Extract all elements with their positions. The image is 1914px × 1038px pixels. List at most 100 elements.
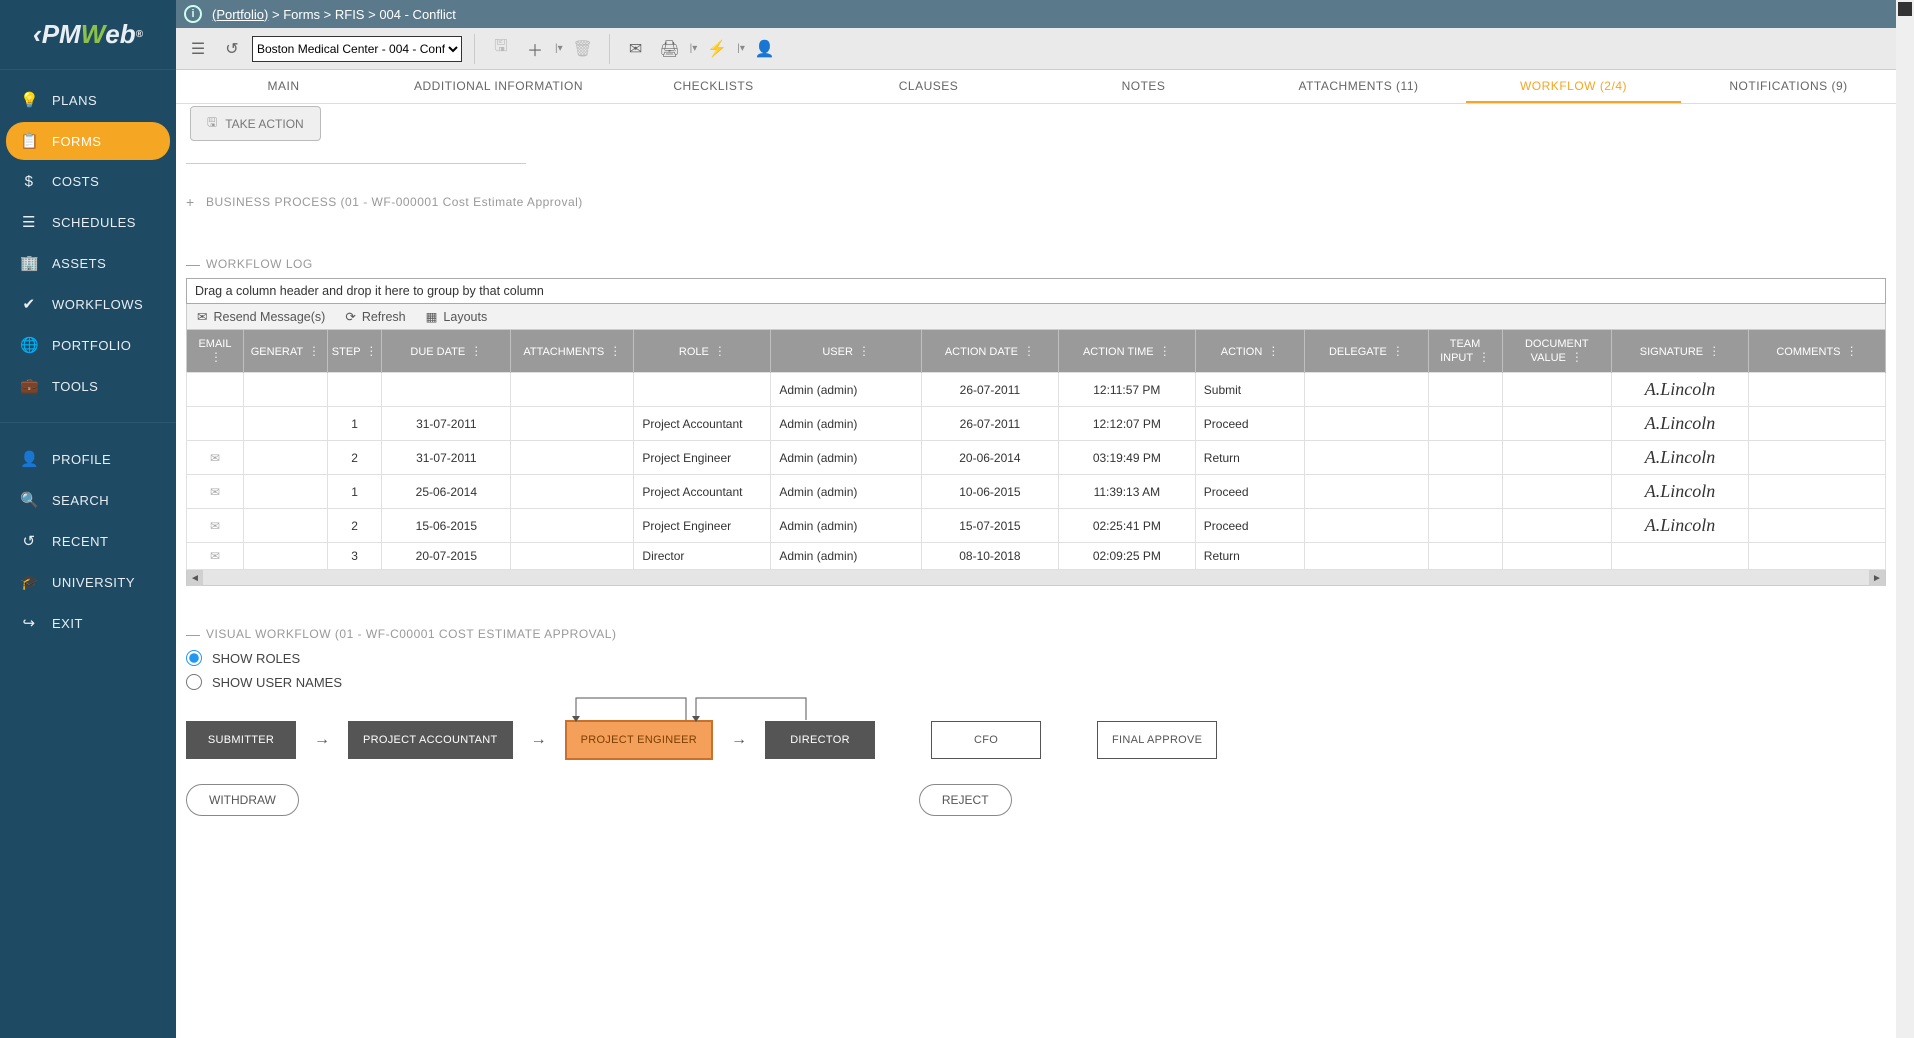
collapse-icon[interactable]: —	[186, 256, 200, 272]
col-attachments[interactable]: ATTACHMENTS ⋮	[511, 330, 634, 373]
mail-icon[interactable]: ✉	[210, 549, 220, 563]
wf-node-director[interactable]: DIRECTOR	[765, 721, 875, 759]
column-menu-icon[interactable]: ⋮	[210, 350, 222, 364]
withdraw-button[interactable]: WITHDRAW	[186, 784, 299, 816]
tab-workflow-2-4-[interactable]: WORKFLOW (2/4)	[1466, 70, 1681, 103]
col-due-date[interactable]: DUE DATE ⋮	[382, 330, 511, 373]
sidebar-item-workflows[interactable]: ✔WORKFLOWS	[6, 285, 170, 323]
tab-notifications-9-[interactable]: NOTIFICATIONS (9)	[1681, 70, 1896, 103]
column-menu-icon[interactable]: ⋮	[858, 344, 870, 358]
sidebar-item-forms[interactable]: 📋FORMS	[6, 122, 170, 160]
cell: 2	[327, 509, 382, 543]
bolt-icon[interactable]: ⚡	[703, 35, 731, 63]
sidebar-item-costs[interactable]: $COSTS	[6, 163, 170, 200]
take-action-button[interactable]: TAKE ACTION	[190, 106, 321, 141]
horizontal-scrollbar[interactable]: ◄ ►	[186, 570, 1886, 586]
col-role[interactable]: ROLE ⋮	[634, 330, 771, 373]
col-generat[interactable]: GENERAT ⋮	[243, 330, 327, 373]
wf-node-cfo[interactable]: CFO	[931, 721, 1041, 759]
column-menu-icon[interactable]: ⋮	[470, 344, 482, 358]
table-row[interactable]: ✉125-06-2014Project AccountantAdmin (adm…	[187, 475, 1886, 509]
column-menu-icon[interactable]: ⋮	[365, 344, 377, 358]
business-process-section[interactable]: + BUSINESS PROCESS (01 - WF-000001 Cost …	[186, 194, 1886, 210]
layouts-button[interactable]: ▦Layouts	[426, 309, 488, 324]
tab-main[interactable]: MAIN	[176, 70, 391, 103]
wf-node-submitter[interactable]: SUBMITTER	[186, 721, 296, 759]
column-menu-icon[interactable]: ⋮	[1267, 344, 1279, 358]
print-icon[interactable]: 🖨	[656, 35, 684, 63]
sidebar-item-university[interactable]: 🎓UNIVERSITY	[6, 563, 170, 601]
column-menu-icon[interactable]: ⋮	[609, 344, 621, 358]
table-row[interactable]: 131-07-2011Project AccountantAdmin (admi…	[187, 407, 1886, 441]
col-document-value[interactable]: DOCUMENT VALUE ⋮	[1502, 330, 1612, 373]
column-menu-icon[interactable]: ⋮	[1708, 344, 1720, 358]
list-icon[interactable]: ☰	[184, 35, 212, 63]
column-menu-icon[interactable]: ⋮	[1478, 350, 1490, 364]
user-icon[interactable]: 👤	[751, 35, 779, 63]
history-icon[interactable]: ↺	[218, 35, 246, 63]
scroll-right-icon[interactable]: ►	[1869, 570, 1885, 586]
col-signature[interactable]: SIGNATURE ⋮	[1612, 330, 1749, 373]
info-icon[interactable]: i	[184, 5, 202, 23]
sidebar-item-assets[interactable]: 🏢ASSETS	[6, 244, 170, 282]
reject-button[interactable]: REJECT	[919, 784, 1012, 816]
workflow-log-section[interactable]: — WORKFLOW LOG	[186, 256, 1886, 272]
cell	[1428, 475, 1502, 509]
table-row[interactable]: ✉320-07-2015DirectorAdmin (admin)08-10-2…	[187, 543, 1886, 570]
save-icon[interactable]: 🖫	[487, 35, 515, 63]
col-delegate[interactable]: DELEGATE ⋮	[1305, 330, 1428, 373]
breadcrumb-root[interactable]: (Portfolio)	[212, 7, 268, 22]
visual-workflow-section[interactable]: — VISUAL WORKFLOW (01 - WF-C00001 COST E…	[186, 626, 1886, 642]
column-menu-icon[interactable]: ⋮	[714, 344, 726, 358]
sidebar-item-schedules[interactable]: ☰SCHEDULES	[6, 203, 170, 241]
sidebar-item-profile[interactable]: 👤PROFILE	[6, 440, 170, 478]
table-row[interactable]: ✉215-06-2015Project EngineerAdmin (admin…	[187, 509, 1886, 543]
tab-clauses[interactable]: CLAUSES	[821, 70, 1036, 103]
column-menu-icon[interactable]: ⋮	[1571, 350, 1583, 364]
resend-button[interactable]: ✉Resend Message(s)	[197, 309, 325, 324]
sidebar-item-tools[interactable]: 💼TOOLS	[6, 367, 170, 405]
collapse-icon[interactable]: —	[186, 626, 200, 642]
wf-node-final[interactable]: FINAL APPROVE	[1097, 721, 1217, 759]
column-menu-icon[interactable]: ⋮	[308, 344, 320, 358]
col-action-time[interactable]: ACTION TIME ⋮	[1058, 330, 1195, 373]
table-row[interactable]: ✉231-07-2011Project EngineerAdmin (admin…	[187, 441, 1886, 475]
col-comments[interactable]: COMMENTS ⋮	[1748, 330, 1885, 373]
tab-notes[interactable]: NOTES	[1036, 70, 1251, 103]
scroll-left-icon[interactable]: ◄	[187, 570, 203, 586]
col-email[interactable]: EMAIL ⋮	[187, 330, 244, 373]
col-team-input[interactable]: TEAM INPUT ⋮	[1428, 330, 1502, 373]
wf-node-engineer[interactable]: PROJECT ENGINEER	[565, 720, 713, 760]
column-menu-icon[interactable]: ⋮	[1846, 344, 1858, 358]
col-action-date[interactable]: ACTION DATE ⋮	[921, 330, 1058, 373]
sidebar-item-portfolio[interactable]: 🌐PORTFOLIO	[6, 326, 170, 364]
vertical-scrollbar[interactable]	[1896, 0, 1914, 1038]
project-selector[interactable]: Boston Medical Center - 004 - Confl	[252, 36, 462, 62]
wf-node-accountant[interactable]: PROJECT ACCOUNTANT	[348, 721, 513, 759]
sidebar-item-exit[interactable]: ↪EXIT	[6, 604, 170, 642]
mail-icon[interactable]: ✉	[210, 451, 220, 465]
sidebar-item-search[interactable]: 🔍SEARCH	[6, 481, 170, 519]
delete-icon[interactable]: 🗑	[569, 35, 597, 63]
col-action[interactable]: ACTION ⋮	[1195, 330, 1305, 373]
email-icon[interactable]: ✉	[622, 35, 650, 63]
table-row[interactable]: Admin (admin)26-07-201112:11:57 PMSubmit…	[187, 373, 1886, 407]
mail-icon[interactable]: ✉	[210, 519, 220, 533]
column-menu-icon[interactable]: ⋮	[1023, 344, 1035, 358]
expand-icon[interactable]: +	[186, 194, 200, 210]
add-icon[interactable]: ＋	[521, 35, 549, 63]
show-users-radio[interactable]	[186, 674, 202, 690]
sidebar-item-plans[interactable]: 💡PLANS	[6, 81, 170, 119]
show-roles-radio[interactable]	[186, 650, 202, 666]
group-by-bar[interactable]: Drag a column header and drop it here to…	[186, 278, 1886, 304]
sidebar-item-recent[interactable]: ↺RECENT	[6, 522, 170, 560]
refresh-button[interactable]: ⟳Refresh	[345, 309, 405, 324]
tab-checklists[interactable]: CHECKLISTS	[606, 70, 821, 103]
mail-icon[interactable]: ✉	[210, 485, 220, 499]
column-menu-icon[interactable]: ⋮	[1159, 344, 1171, 358]
tab-additional-information[interactable]: ADDITIONAL INFORMATION	[391, 70, 606, 103]
col-user[interactable]: USER ⋮	[771, 330, 922, 373]
column-menu-icon[interactable]: ⋮	[1392, 344, 1404, 358]
tab-attachments-11-[interactable]: ATTACHMENTS (11)	[1251, 70, 1466, 103]
col-step[interactable]: STEP ⋮	[327, 330, 382, 373]
